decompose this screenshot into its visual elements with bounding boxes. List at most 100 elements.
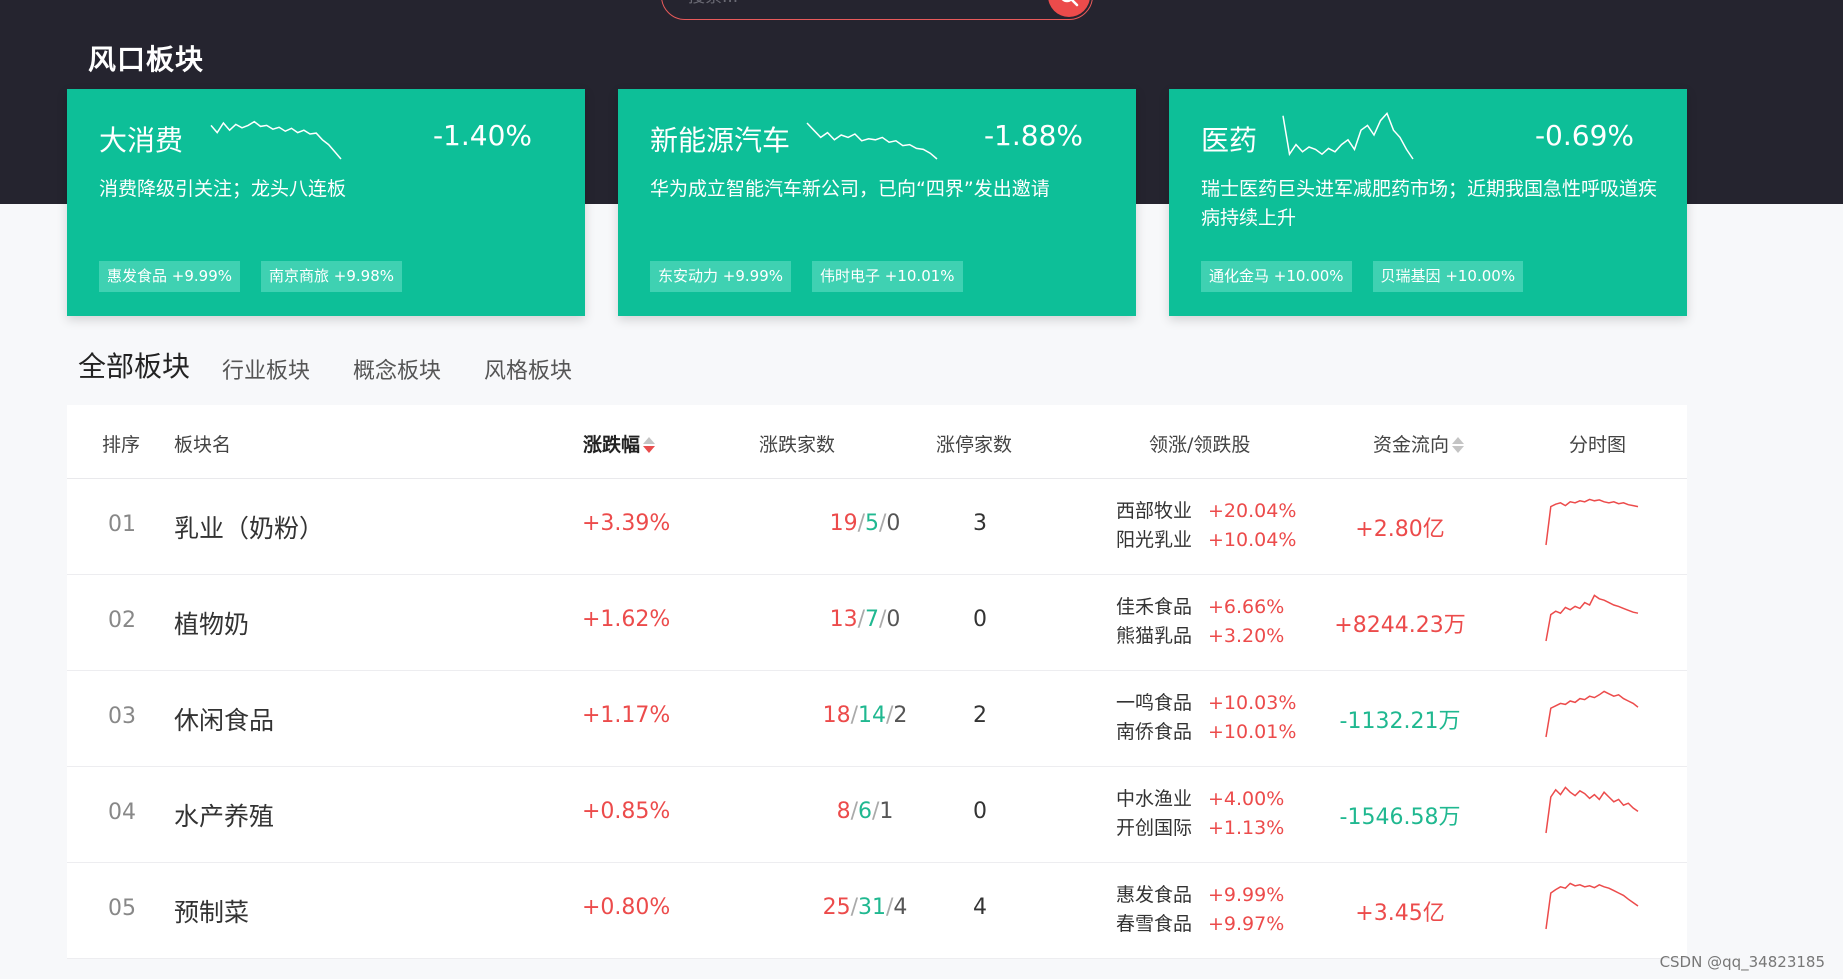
leader-name: 南侨食品 <box>1116 721 1193 743</box>
card-description: 瑞士医药巨头进军减肥药市场；近期我国急性呼吸道疾病持续上升 <box>1201 178 1658 229</box>
leader-stock[interactable]: 中水渔业 +4.00% <box>1116 785 1285 814</box>
sparkline-path <box>1282 111 1414 160</box>
count-separator: / <box>850 703 858 728</box>
row-fund-flow: +3.45亿 <box>1355 901 1445 926</box>
table-row[interactable]: 04 水产养殖 +0.85% 8/6/1 0 中水渔业 +4.00% 开创国际 +1.13% -1… <box>67 767 1687 863</box>
leader-name: 佳禾食品 <box>1116 596 1193 618</box>
row-sector-name[interactable]: 乳业（奶粉） <box>174 509 324 545</box>
count-separator: / <box>850 895 858 920</box>
header-name: 板块名 <box>174 434 232 456</box>
leader-name: 中水渔业 <box>1116 788 1193 810</box>
row-leaders: 西部牧业 +20.04% 阳光乳业 +10.04% <box>1116 497 1297 555</box>
count-down: 31 <box>858 895 886 920</box>
leader-stock[interactable]: 开创国际 +1.13% <box>1116 814 1285 843</box>
leader-change: +1.13% <box>1208 817 1285 839</box>
leader-name: 一鸣食品 <box>1116 692 1193 714</box>
sort-icon <box>1452 436 1465 454</box>
tab-industry[interactable]: 行业板块 <box>222 353 310 385</box>
row-change: +1.17% <box>582 703 671 728</box>
intraday-line <box>1545 498 1639 546</box>
stock-tag[interactable]: 惠发食品 +9.99% <box>99 261 240 292</box>
row-counts: 18/14/2 <box>760 703 970 728</box>
leader-name: 阳光乳业 <box>1116 529 1193 551</box>
card-name: 医药 <box>1201 124 1258 157</box>
search-input[interactable] <box>688 0 1018 7</box>
leader-change: +9.99% <box>1208 884 1285 906</box>
row-counts: 19/5/0 <box>760 511 970 536</box>
sparkline-path <box>210 120 342 160</box>
table-row[interactable]: 01 乳业（奶粉） +3.39% 19/5/0 3 西部牧业 +20.04% 阳光乳业 +10.… <box>67 479 1687 575</box>
stock-tag[interactable]: 贝瑞基因 +10.00% <box>1372 261 1524 292</box>
leader-stock[interactable]: 熊猫乳品 +3.20% <box>1116 622 1284 651</box>
sector-tabs: 全部板块 行业板块 概念板块 风格板块 <box>78 345 615 385</box>
leader-change: +10.04% <box>1208 529 1297 551</box>
row-sector-name[interactable]: 水产养殖 <box>174 797 274 833</box>
row-rank: 01 <box>108 512 136 537</box>
count-down: 5 <box>865 511 879 536</box>
card-change: -1.40% <box>432 119 532 152</box>
table-row[interactable]: 02 植物奶 +1.62% 13/7/0 0 佳禾食品 +6.66% 熊猫乳品 +3.20% +8… <box>67 575 1687 671</box>
leader-change: +20.04% <box>1208 500 1297 522</box>
count-up: 19 <box>829 511 858 536</box>
hot-card[interactable]: 新能源汽车 -1.88% 华为成立智能汽车新公司，已向“四界”发出邀请 东安动力… <box>618 89 1136 316</box>
leader-stock[interactable]: 佳禾食品 +6.66% <box>1116 593 1285 622</box>
leader-change: +6.66% <box>1208 596 1285 618</box>
hot-card[interactable]: 医药 -0.69% 瑞士医药巨头进军减肥药市场；近期我国急性呼吸道疾病持续上升 … <box>1169 89 1687 316</box>
leader-change: +4.00% <box>1208 788 1285 810</box>
card-description: 华为成立智能汽车新公司，已向“四界”发出邀请 <box>650 178 1050 200</box>
table-row[interactable]: 05 预制菜 +0.80% 25/31/4 4 惠发食品 +9.99% 春雪食品 +9.97% +… <box>67 863 1687 959</box>
leader-name: 开创国际 <box>1116 817 1193 839</box>
row-rank: 04 <box>108 800 136 825</box>
tab-all[interactable]: 全部板块 <box>78 345 190 385</box>
count-flat: 4 <box>893 895 908 920</box>
intraday-chart <box>1545 786 1639 834</box>
header-limit-up: 涨停家数 <box>936 434 1013 456</box>
intraday-line <box>1545 882 1639 930</box>
leader-stock[interactable]: 一鸣食品 +10.03% <box>1116 689 1296 718</box>
hot-card[interactable]: 大消费 -1.40% 消费降级引关注；龙头八连板 惠发食品 +9.99% 南京商… <box>67 89 585 316</box>
count-up: 25 <box>822 895 851 920</box>
row-leaders: 惠发食品 +9.99% 春雪食品 +9.97% <box>1116 881 1285 939</box>
leader-stock[interactable]: 南侨食品 +10.01% <box>1116 718 1296 747</box>
row-sector-name[interactable]: 休闲食品 <box>174 701 274 737</box>
table-row[interactable]: 03 休闲食品 +1.17% 18/14/2 2 一鸣食品 +10.03% 南侨食品 +10.0… <box>67 671 1687 767</box>
row-sector-name[interactable]: 植物奶 <box>174 605 249 641</box>
row-leaders: 一鸣食品 +10.03% 南侨食品 +10.01% <box>1116 689 1296 747</box>
card-sparkline <box>806 122 938 160</box>
intraday-line <box>1545 690 1639 738</box>
intraday-line <box>1545 786 1639 834</box>
watermark: CSDN @qq_34823185 <box>1659 953 1825 971</box>
count-separator: / <box>857 607 865 632</box>
count-up: 8 <box>836 799 851 824</box>
count-down: 14 <box>858 703 886 728</box>
header-rank: 排序 <box>102 434 141 456</box>
count-up: 18 <box>822 703 851 728</box>
leader-stock[interactable]: 西部牧业 +20.04% <box>1116 497 1297 526</box>
sector-table: 排序 板块名 涨跌幅 涨跌家数 涨停家数 领涨/领跌股 资金流向 分时图 01 乳… <box>67 405 1687 959</box>
tab-concept[interactable]: 概念板块 <box>353 353 441 385</box>
row-fund-flow: +2.80亿 <box>1355 517 1445 542</box>
row-rank: 05 <box>108 896 136 921</box>
tab-style[interactable]: 风格板块 <box>484 353 572 385</box>
search-button[interactable] <box>1048 0 1090 17</box>
row-sector-name[interactable]: 预制菜 <box>174 893 249 929</box>
stock-tag[interactable]: 通化金马 +10.00% <box>1201 261 1352 292</box>
intraday-chart <box>1545 882 1639 930</box>
leader-name: 西部牧业 <box>1116 500 1193 522</box>
header-flow-sort[interactable]: 资金流向 <box>1373 430 1465 457</box>
search-bar <box>661 0 1093 20</box>
leader-stock[interactable]: 春雪食品 +9.97% <box>1116 910 1284 939</box>
stock-tag[interactable]: 东安动力 +9.99% <box>650 261 791 292</box>
table-header: 排序 板块名 涨跌幅 涨跌家数 涨停家数 领涨/领跌股 资金流向 分时图 <box>67 405 1687 479</box>
header-change-sort[interactable]: 涨跌幅 <box>583 430 656 457</box>
leader-stock[interactable]: 惠发食品 +9.99% <box>1116 881 1285 910</box>
stock-tag[interactable]: 伟时电子 +10.01% <box>812 261 963 292</box>
stock-tag[interactable]: 南京商旅 +9.98% <box>261 261 402 292</box>
row-rank: 02 <box>108 608 136 633</box>
card-sparkline <box>210 120 342 160</box>
leader-stock[interactable]: 阳光乳业 +10.04% <box>1116 526 1297 555</box>
row-change: +1.62% <box>582 607 671 632</box>
row-change: +3.39% <box>582 511 671 536</box>
card-description: 消费降级引关注；龙头八连板 <box>99 178 347 200</box>
leader-name: 熊猫乳品 <box>1116 625 1193 647</box>
